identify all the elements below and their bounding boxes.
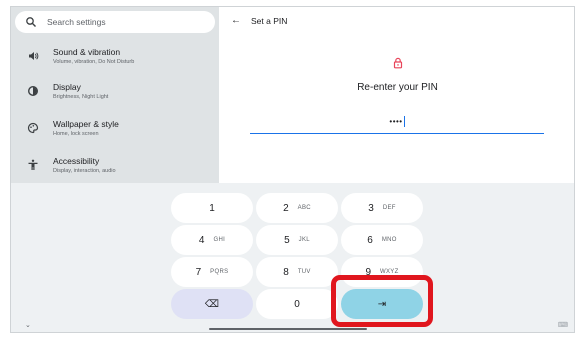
text-cursor <box>403 116 405 127</box>
key-digit: 4 <box>198 234 205 246</box>
numeric-keyboard: 1 2 ABC 3 DEF 4 GHI 5 JKL 6 MNO 7 PQRS 8… <box>11 183 574 332</box>
settings-list-pane: Search settings Sound & vibration Volume… <box>11 7 219 183</box>
key-digit: 6 <box>367 234 373 246</box>
key-6[interactable]: 6 MNO <box>341 225 423 255</box>
settings-item-title: Sound & vibration <box>53 46 121 57</box>
settings-item-subtitle: Home, lock screen <box>53 130 99 137</box>
set-pin-pane: ← Set a PIN Re-enter your PIN •••• <box>219 7 574 183</box>
key-letters: DEF <box>382 205 396 211</box>
key-digit: 0 <box>294 298 300 310</box>
key-0[interactable]: 0 <box>256 289 338 319</box>
key-digit: 1 <box>209 202 215 214</box>
search-icon <box>26 17 36 27</box>
back-arrow-icon[interactable]: ← <box>231 15 241 26</box>
settings-item-wallpaper-style[interactable]: Wallpaper & style Home, lock screen <box>11 112 219 144</box>
backspace-icon: ⌫ <box>204 298 220 310</box>
settings-item-display[interactable]: Display Brightness, Night Light <box>11 75 219 107</box>
settings-item-accessibility[interactable]: Accessibility Display, interaction, audi… <box>11 149 219 181</box>
palette-icon <box>25 120 41 136</box>
settings-item-sound-vibration[interactable]: Sound & vibration Volume, vibration, Do … <box>11 40 219 72</box>
pin-prompt: Re-enter your PIN <box>357 82 438 93</box>
key-letters: JKL <box>298 237 310 243</box>
key-letters: TUV <box>297 269 311 275</box>
key-8[interactable]: 8 TUV <box>256 257 338 287</box>
settings-item-subtitle: Brightness, Night Light <box>53 93 109 100</box>
key-letters: PQRS <box>210 269 229 275</box>
key-letters: MNO <box>381 237 397 243</box>
delete-key[interactable]: ⌫ <box>171 289 253 319</box>
settings-item-subtitle: Volume, vibration, Do Not Disturb <box>53 58 135 65</box>
key-digit: 5 <box>284 234 290 246</box>
settings-item-title: Accessibility <box>53 155 100 166</box>
key-7[interactable]: 7 PQRS <box>171 257 253 287</box>
key-5[interactable]: 5 JKL <box>256 225 338 255</box>
hide-keyboard-icon[interactable]: ⌄ <box>25 321 31 329</box>
settings-item-subtitle: Display, interaction, audio <box>53 167 116 174</box>
key-2[interactable]: 2 ABC <box>256 193 338 223</box>
settings-item-title: Wallpaper & style <box>53 118 119 129</box>
search-bar[interactable]: Search settings <box>15 11 215 33</box>
key-letters: GHI <box>213 237 226 243</box>
key-digit: 2 <box>283 202 289 214</box>
search-placeholder: Search settings <box>47 17 106 27</box>
key-digit: 7 <box>195 266 202 278</box>
volume-icon <box>25 48 41 64</box>
key-digit: 8 <box>283 266 289 278</box>
settings-item-title: Display <box>53 81 81 92</box>
key-4[interactable]: 4 GHI <box>171 225 253 255</box>
brightness-icon <box>25 83 41 99</box>
enter-key-highlight <box>331 275 433 327</box>
page-title: Set a PIN <box>251 16 288 26</box>
pin-input[interactable]: •••• <box>250 110 544 134</box>
key-3[interactable]: 3 DEF <box>341 193 423 223</box>
key-letters: ABC <box>297 205 311 211</box>
keyboard-switch-icon[interactable]: ⌨ <box>558 321 568 329</box>
lock-icon <box>393 57 403 69</box>
accessibility-icon <box>25 157 41 173</box>
key-digit: 3 <box>368 202 374 214</box>
key-1[interactable]: 1 <box>171 193 253 223</box>
pin-mask: •••• <box>389 117 403 126</box>
screen-frame: Search settings Sound & vibration Volume… <box>10 6 575 333</box>
navigation-handle[interactable] <box>209 328 367 330</box>
